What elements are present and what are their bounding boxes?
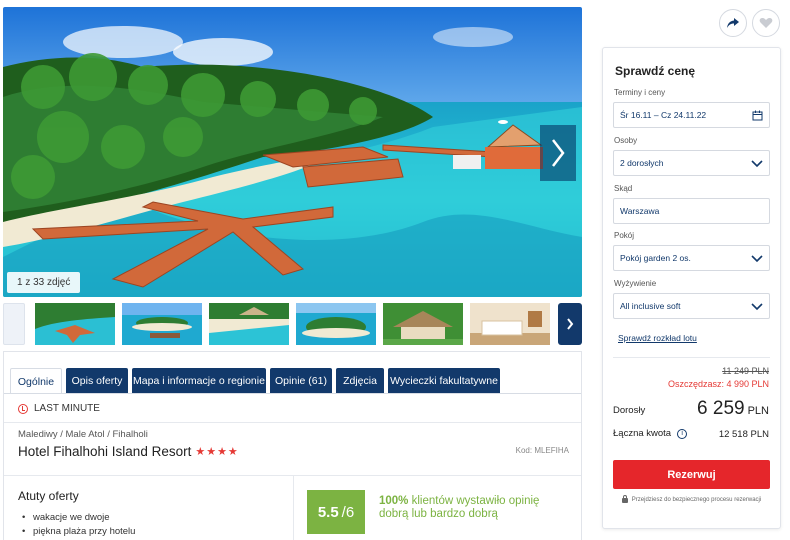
persons-select[interactable]: 2 dorosłych [613,150,770,176]
tab-offer-description[interactable]: Opis oferty [66,368,128,394]
divider [4,422,581,423]
divider [613,357,770,358]
room-label: Pokój [614,231,635,240]
hero-photo[interactable]: 1 z 33 zdjęć [3,7,582,297]
hotel-name: Hotel Fihalhohi Island Resort [18,444,192,459]
tab-map-region[interactable]: Mapa i informacje o regionie [132,368,266,394]
rating-percent: 100% [379,495,409,507]
next-photo-button[interactable] [540,125,576,181]
old-price: 11 249 PLN [722,366,769,376]
room-select[interactable]: Pokój garden 2 os. [613,245,770,271]
share-icon [727,18,739,28]
highlights-list: wakacje we dwoje piękna plaża przy hotel… [22,512,135,540]
heart-icon [759,18,773,28]
dates-field[interactable]: Śr 16.11 – Cz 24.11.22 [613,102,770,128]
panel-title: Sprawdź cenę [615,64,696,78]
rating-score-badge[interactable]: 5.5 /6 [307,490,365,534]
chevron-right-icon [552,139,565,167]
favorite-button[interactable] [752,9,780,37]
offer-page: 1 z 33 zdjęć Ogólnie Opis oferty Mapa i … [0,0,790,540]
last-minute-badge: LAST MINUTE [18,403,100,414]
rating-score: 5.5 [317,503,339,521]
board-value: All inclusive soft [620,301,681,311]
vertical-divider [293,475,294,540]
chevron-down-icon [751,303,763,311]
adult-price-currency: PLN [747,405,769,417]
tab-general[interactable]: Ogólnie [10,368,62,394]
hotel-title: Hotel Fihalhohi Island Resort ★★★★ [18,444,239,459]
book-button[interactable]: Rezerwuj [613,460,770,489]
share-button[interactable] [719,9,747,37]
departure-field[interactable]: Warszawa [613,198,770,224]
thumbnail-4[interactable] [296,303,376,345]
lock-icon [621,494,628,503]
highlights-title: Atuty oferty [18,489,79,503]
board-label: Wyżywienie [614,279,657,288]
thumb-prev-button[interactable] [3,303,25,345]
total-label-text: Łączna kwota [613,428,672,439]
departure-value: Warszawa [620,206,660,216]
persons-value: 2 dorosłych [620,158,664,168]
tab-photos[interactable]: Zdjęcia [336,368,384,394]
persons-label: Osoby [614,136,638,145]
total-label: Łączna kwota i [613,428,688,439]
secure-note: Przejdziesz do bezpiecznego procesu reze… [613,494,770,503]
adult-price-label: Dorosły [613,405,646,416]
offer-info-card: Ogólnie Opis oferty Mapa i informacje o … [3,351,582,540]
savings-text: Oszczędzasz: 4 990 PLN [667,379,769,389]
last-minute-label: LAST MINUTE [34,403,100,414]
tab-excursions[interactable]: Wycieczki fakultatywne [388,368,500,394]
offer-code: Kod: MLEFIHA [515,446,569,455]
board-select[interactable]: All inclusive soft [613,293,770,319]
total-price: 12 518 PLN [718,429,769,440]
chevron-down-icon [751,160,763,168]
from-label: Skąd [614,184,633,193]
thumbnail-strip [3,303,582,345]
list-item: piękna plaża przy hotelu [22,526,135,537]
rating-summary: 100% klientów wystawiło opinię dobrą lub… [379,495,569,521]
tab-reviews[interactable]: Opinie (61) [270,368,332,394]
dates-value: Śr 16.11 – Cz 24.11.22 [620,110,707,120]
star-rating: ★★★★ [195,446,239,458]
rating-scale: /6 [341,503,355,521]
thumbnail-5[interactable] [383,303,463,345]
breadcrumb-location: Malediwy / Male Atol / Fihalholi [18,429,148,440]
list-item: wakacje we dwoje [22,512,135,523]
room-value: Pokój garden 2 os. [620,253,691,263]
dates-label: Terminy i ceny [614,88,666,97]
clock-icon [18,403,28,414]
info-icon[interactable]: i [677,428,688,439]
calendar-icon [752,110,763,121]
adult-price: 6 259 PLN [697,398,769,420]
thumbnail-2[interactable] [122,303,202,345]
adult-price-value: 6 259 [697,398,745,419]
thumbnail-3[interactable] [209,303,289,345]
thumbnail-6[interactable] [470,303,550,345]
resort-photo [3,7,582,297]
chevron-down-icon [751,255,763,263]
secure-note-text: Przejdziesz do bezpiecznego procesu reze… [631,497,762,503]
photo-counter: 1 z 33 zdjęć [7,272,81,293]
tabs-divider [4,393,581,394]
price-panel: Sprawdź cenę Terminy i ceny Śr 16.11 – C… [602,47,781,529]
chevron-right-icon [567,318,574,330]
flight-schedule-link[interactable]: Sprawdź rozkład lotu [618,333,697,343]
thumbnail-1[interactable] [35,303,115,345]
thumb-next-button[interactable] [558,303,582,345]
